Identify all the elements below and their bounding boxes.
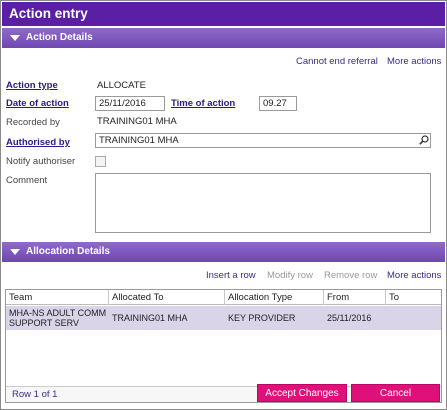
search-icon[interactable]	[419, 135, 429, 145]
cell-allocated-to: TRAINING01 MHA	[112, 313, 188, 323]
cell-to	[386, 306, 441, 330]
more-actions-link[interactable]: More actions	[387, 56, 441, 67]
time-of-action-label: Time of action	[171, 98, 236, 109]
cell-allocation-type: KEY PROVIDER	[228, 313, 296, 323]
insert-row-link[interactable]: Insert a row	[206, 270, 256, 281]
accept-changes-button[interactable]: Accept Changes	[257, 384, 347, 402]
notify-authoriser-label: Notify authoriser	[6, 156, 76, 167]
column-header-from[interactable]: From	[324, 290, 386, 305]
notify-authoriser-checkbox[interactable]	[95, 156, 106, 167]
action-entry-window: Action entry Action Details Cannot end r…	[0, 0, 447, 410]
allocation-more-actions-link[interactable]: More actions	[387, 270, 441, 281]
authorised-by-input[interactable]: TRAINING01 MHA	[95, 133, 431, 148]
cell-team: MHA-NS ADULT COMM SUPPORT SERV	[9, 308, 107, 328]
allocation-details-title: Allocation Details	[26, 246, 110, 257]
cell-from: 25/11/2016	[327, 313, 372, 323]
table-row[interactable]: MHA-NS ADULT COMM SUPPORT SERV TRAINING0…	[6, 306, 441, 330]
modify-row-link[interactable]: Modify row	[267, 270, 313, 281]
action-details-title: Action Details	[26, 32, 93, 43]
remove-row-link[interactable]: Remove row	[324, 270, 377, 281]
action-type-value: ALLOCATE	[97, 80, 146, 91]
cannot-end-referral-link[interactable]: Cannot end referral	[296, 56, 378, 67]
comment-textarea[interactable]	[95, 173, 431, 233]
cancel-button[interactable]: Cancel	[351, 384, 440, 402]
action-type-label: Action type	[6, 80, 58, 91]
date-of-action-input[interactable]: 25/11/2016	[95, 96, 165, 111]
time-of-action-input[interactable]: 09.27	[259, 96, 297, 111]
column-header-team[interactable]: Team	[6, 290, 109, 305]
allocation-details-header[interactable]: Allocation Details	[2, 242, 445, 262]
action-details-header[interactable]: Action Details	[2, 28, 445, 48]
recorded-by-label: Recorded by	[6, 117, 60, 128]
comment-label: Comment	[6, 175, 48, 186]
recorded-by-value: TRAINING01 MHA	[97, 116, 177, 127]
collapse-triangle-icon[interactable]	[10, 35, 20, 41]
collapse-triangle-icon[interactable]	[10, 249, 20, 255]
date-of-action-label: Date of action	[6, 98, 69, 109]
column-header-allocation-type[interactable]: Allocation Type	[225, 290, 324, 305]
column-header-to[interactable]: To	[386, 290, 441, 305]
authorised-by-label: Authorised by	[6, 137, 70, 148]
window-title: Action entry	[2, 2, 445, 26]
column-header-allocated-to[interactable]: Allocated To	[109, 290, 225, 305]
table-header: Team Allocated To Allocation Type From T…	[6, 290, 441, 305]
